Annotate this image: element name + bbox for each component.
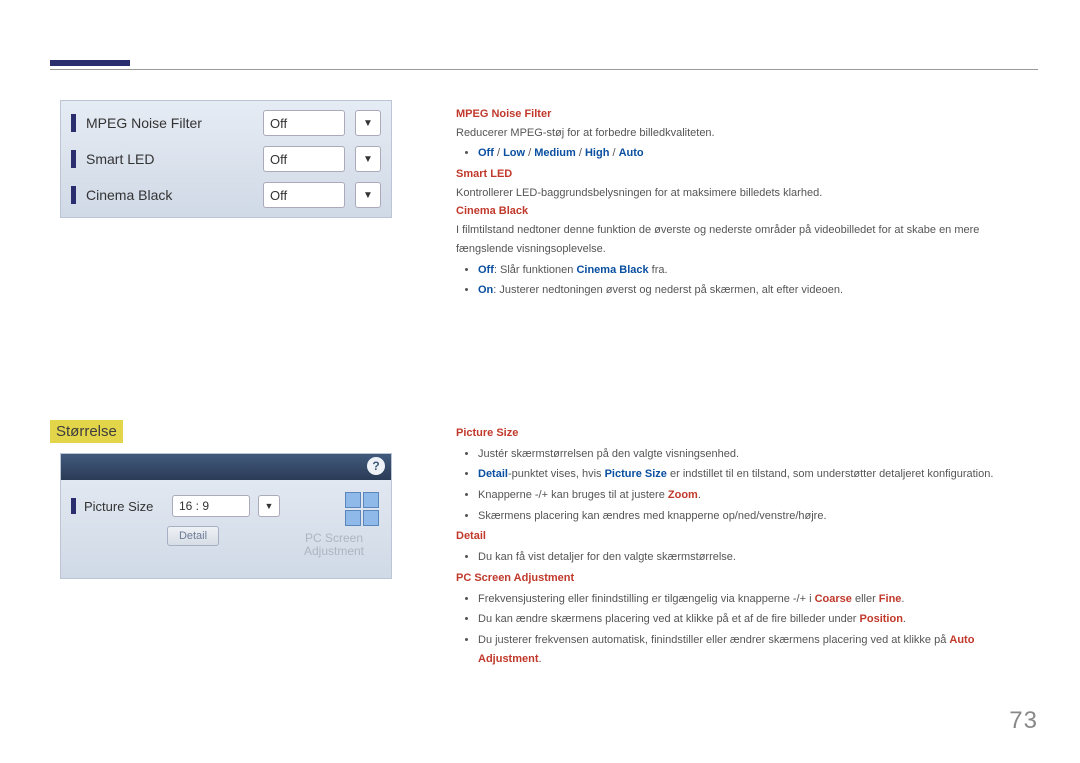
chevron-down-icon[interactable]: ▼ — [258, 495, 280, 517]
osd-row-cinemablack: Cinema Black Off ▼ — [71, 181, 381, 209]
osd-panel-size: ? Picture Size 16 : 9 ▼ Detail PC Screen… — [60, 453, 392, 579]
psa-li3: Du justerer frekvensen automatisk, finin… — [478, 631, 1036, 668]
help-icon[interactable]: ? — [367, 457, 385, 475]
psa-li2: Du kan ændre skærmens placering ved at k… — [478, 610, 1036, 629]
heading-detail: Detail — [456, 527, 1036, 546]
body-smartled: Kontrollerer LED-baggrundsbelysningen fo… — [456, 184, 1036, 203]
body-cinemablack: I filmtilstand nedtoner denne funktion d… — [456, 221, 1036, 258]
chevron-down-icon[interactable]: ▼ — [355, 182, 381, 208]
cb-on-item: On: Justerer nedtoningen øverst og neder… — [478, 281, 1036, 300]
cb-off-item: Off: Slår funktionen Cinema Black fra. — [478, 261, 1036, 280]
osd-value-cinemablack[interactable]: Off — [263, 182, 345, 208]
osd-label: Cinema Black — [86, 187, 253, 203]
opt-auto: Auto — [619, 147, 644, 159]
accent-bar-icon — [71, 186, 76, 204]
accent-bar-icon — [71, 150, 76, 168]
mpeg-options-list: Off / Low / Medium / High / Auto — [478, 144, 1036, 163]
description-block-1: MPEG Noise Filter Reducerer MPEG-støj fo… — [456, 105, 1036, 302]
ps-li4: Skærmens placering kan ændres med knappe… — [478, 507, 1036, 526]
heading-mpeg: MPEG Noise Filter — [456, 105, 1036, 124]
osd-titlebar: ? — [61, 454, 391, 480]
section-title-size: Størrelse — [50, 420, 123, 443]
det-li1: Du kan få vist detaljer for den valgte s… — [478, 548, 1036, 567]
chevron-down-icon[interactable]: ▼ — [355, 146, 381, 172]
detail-button[interactable]: Detail — [167, 526, 219, 546]
position-quad-icon[interactable] — [345, 492, 379, 526]
osd-value-mpeg[interactable]: Off — [263, 110, 345, 136]
osd-value-smartled[interactable]: Off — [263, 146, 345, 172]
osd-value-picsize[interactable]: 16 : 9 — [172, 495, 250, 517]
body-mpeg: Reducerer MPEG-støj for at forbedre bill… — [456, 124, 1036, 143]
page-number: 73 — [1009, 707, 1038, 735]
osd-row-mpeg: MPEG Noise Filter Off ▼ — [71, 109, 381, 137]
heading-cinemablack: Cinema Black — [456, 202, 1036, 221]
heading-picturesize: Picture Size — [456, 424, 1036, 443]
osd-row-smartled: Smart LED Off ▼ — [71, 145, 381, 173]
accent-bar-icon — [71, 498, 76, 514]
osd-label: MPEG Noise Filter — [86, 115, 253, 131]
opt-low: Low — [503, 147, 525, 159]
ps-li3: Knapperne -/+ kan bruges til at justere … — [478, 486, 1036, 505]
osd-label: Picture Size — [84, 499, 164, 514]
opt-high: High — [585, 147, 609, 159]
pc-screen-adjustment-label: PC ScreenAdjustment — [289, 532, 379, 558]
opt-off: Off — [478, 147, 494, 159]
osd-row-picsize: Picture Size 16 : 9 ▼ — [71, 492, 381, 520]
chevron-down-icon[interactable]: ▼ — [355, 110, 381, 136]
header-accent-bar — [50, 60, 130, 66]
osd-panel-noise: MPEG Noise Filter Off ▼ Smart LED Off ▼ … — [60, 100, 392, 218]
psa-li1: Frekvensjustering eller finindstilling e… — [478, 590, 1036, 609]
header-rule — [50, 69, 1038, 70]
osd-label: Smart LED — [86, 151, 253, 167]
description-block-2: Picture Size Justér skærmstørrelsen på d… — [456, 424, 1036, 670]
ps-li2: Detail-punktet vises, hvis Picture Size … — [478, 465, 1036, 484]
ps-li1: Justér skærmstørrelsen på den valgte vis… — [478, 445, 1036, 464]
opt-medium: Medium — [534, 147, 576, 159]
heading-pcscreenadj: PC Screen Adjustment — [456, 569, 1036, 588]
accent-bar-icon — [71, 114, 76, 132]
heading-smartled: Smart LED — [456, 165, 1036, 184]
